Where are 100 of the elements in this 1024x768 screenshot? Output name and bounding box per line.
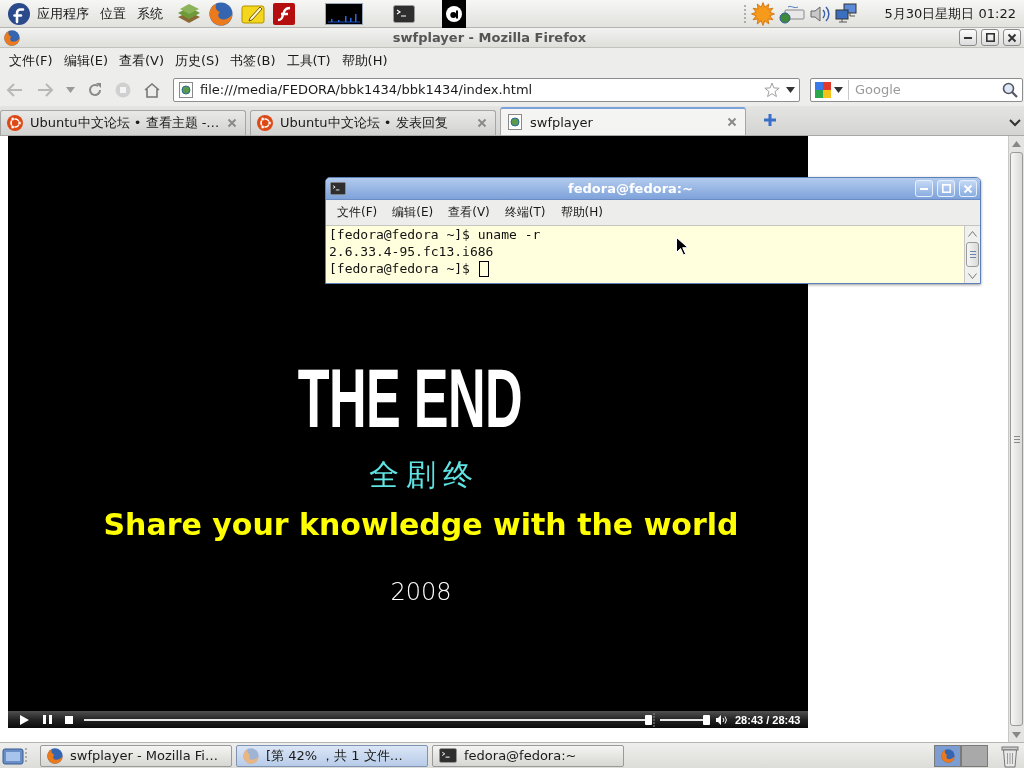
browser-tab[interactable]: Ubuntu中文论坛 • 发表回复: [250, 110, 496, 135]
terminal-icon: [330, 182, 346, 195]
panel-menu[interactable]: 应用程序: [33, 2, 93, 25]
grip-icon: [1013, 435, 1020, 443]
stop-icon: [115, 81, 131, 98]
search-bar[interactable]: Google: [810, 77, 1023, 102]
task-button[interactable]: swfplayer - Mozilla Fi…: [40, 744, 232, 767]
caret-icon: [834, 86, 843, 93]
flash-icon[interactable]: [273, 2, 295, 25]
address-field[interactable]: file:///media/FEDORA/bbk1434/bbk1434/index.html: [200, 82, 758, 97]
address-bar[interactable]: file:///media/FEDORA/bbk1434/bbk1434/index.html: [173, 77, 800, 102]
trash-icon[interactable]: [1000, 743, 1020, 768]
volume-track[interactable]: [660, 714, 710, 725]
fedora-logo-icon[interactable]: [8, 2, 30, 25]
close-tab-icon[interactable]: [727, 117, 737, 127]
pause-button[interactable]: [43, 715, 52, 724]
panel-menu[interactable]: 位置: [96, 2, 130, 25]
window-title: fedora@fedora:~: [568, 181, 693, 196]
search-icon[interactable]: [1002, 81, 1018, 98]
books-icon[interactable]: [177, 2, 201, 25]
minimize-icon: [964, 36, 972, 39]
close-tab-icon[interactable]: [477, 118, 487, 128]
browser-tab[interactable]: swfplayer: [500, 107, 746, 135]
back-arrow-icon: [6, 81, 24, 98]
menu-item[interactable]: 查看(V): [114, 48, 170, 73]
notepad-icon[interactable]: [241, 3, 265, 24]
browser-icon: [47, 747, 63, 764]
stop-button[interactable]: [65, 715, 73, 724]
task-button[interactable]: [第 42% ，共 1 文件…: [236, 744, 428, 767]
search-field[interactable]: Google: [855, 82, 996, 97]
workspace-button[interactable]: [961, 744, 988, 767]
scrollbar-thumb[interactable]: [966, 242, 979, 267]
maximize-icon: [985, 33, 995, 42]
mouse-pointer-icon: [676, 237, 688, 256]
seek-thumb[interactable]: [645, 714, 652, 725]
clock[interactable]: 5月30日星期日 01:22: [882, 2, 1018, 25]
plus-icon: [763, 113, 777, 127]
maximize-button[interactable]: [981, 29, 999, 46]
play-button[interactable]: [20, 714, 29, 725]
drag-handle-icon: [742, 3, 747, 24]
page-icon: [507, 114, 523, 130]
scrollbar[interactable]: [964, 226, 980, 283]
slogan: Share your knowledge with the world: [103, 508, 739, 542]
menu-item[interactable]: 工具(T): [281, 48, 336, 73]
close-tab-icon[interactable]: [227, 118, 237, 128]
menu-item[interactable]: 编辑(E): [385, 201, 441, 224]
close-button[interactable]: [1003, 29, 1021, 46]
page-icon: [178, 81, 194, 98]
browser-icon: [243, 747, 259, 764]
network-computers-icon[interactable]: [834, 2, 857, 25]
menu-item[interactable]: 帮助(H): [553, 201, 610, 224]
pause-icon: [43, 715, 52, 724]
browser-tab[interactable]: Ubuntu中文论坛 • 查看主题 -…: [0, 110, 246, 135]
reload-button[interactable]: [87, 81, 103, 98]
home-icon: [143, 81, 161, 98]
menu-item[interactable]: 文件(F): [330, 201, 385, 224]
menu-item[interactable]: 编辑(E): [58, 48, 113, 73]
sunburst-icon[interactable]: [750, 1, 775, 26]
ring-logo-icon: [257, 115, 273, 131]
forward-arrow-icon: [36, 81, 54, 98]
drag-handle-icon: [24, 746, 28, 765]
speaker-icon: [716, 714, 727, 725]
close-icon: [963, 183, 973, 194]
volume-thumb[interactable]: [703, 714, 710, 725]
panel-menu[interactable]: 系统: [133, 2, 167, 25]
speaker-icon[interactable]: [808, 3, 831, 24]
ring-logo-icon: [7, 115, 23, 131]
browser-icon[interactable]: [209, 1, 233, 26]
terminal-icon: [439, 748, 457, 763]
terminal-icon[interactable]: [393, 4, 415, 23]
minimize-button[interactable]: [959, 29, 977, 46]
keyboard-icon[interactable]: [778, 3, 805, 24]
scrollbar-thumb[interactable]: [1010, 152, 1023, 726]
menu-item[interactable]: 书签(B): [225, 48, 281, 73]
menu-item[interactable]: 终端(T): [497, 201, 553, 224]
history-dropdown[interactable]: [66, 86, 75, 93]
grip-icon: [969, 251, 976, 258]
close-icon: [1007, 32, 1017, 43]
menu-item[interactable]: 历史(S): [170, 48, 225, 73]
show-desktop-icon[interactable]: [2, 745, 24, 766]
star-icon[interactable]: [764, 81, 780, 98]
window-title: swfplayer - Mozilla Firefox: [392, 30, 587, 45]
mute-button[interactable]: [716, 714, 727, 725]
terminal-line: [fedora@fedora ~]$: [329, 260, 470, 277]
task-button[interactable]: fedora@fedora:~: [432, 744, 624, 767]
menu-item[interactable]: 查看(V): [441, 201, 497, 224]
home-button[interactable]: [143, 81, 161, 98]
workspace-button[interactable]: [934, 744, 961, 767]
search-engine-icon[interactable]: [815, 81, 831, 98]
stop-icon: [65, 715, 73, 724]
dropdown-icon[interactable]: [786, 86, 795, 93]
year: 2008: [390, 577, 452, 608]
scrollbar[interactable]: [1008, 136, 1024, 742]
terminal-line: 2.6.33.4-95.fc13.i686: [329, 243, 494, 260]
menu-item[interactable]: 文件(F): [4, 48, 58, 73]
menu-item[interactable]: 帮助(H): [336, 48, 393, 73]
seek-track[interactable]: [84, 714, 652, 725]
system-monitor-icon[interactable]: [325, 2, 363, 25]
terminal-line: [fedora@fedora ~]$ uname -r: [329, 226, 541, 243]
circle-logo-icon[interactable]: [442, 0, 466, 28]
